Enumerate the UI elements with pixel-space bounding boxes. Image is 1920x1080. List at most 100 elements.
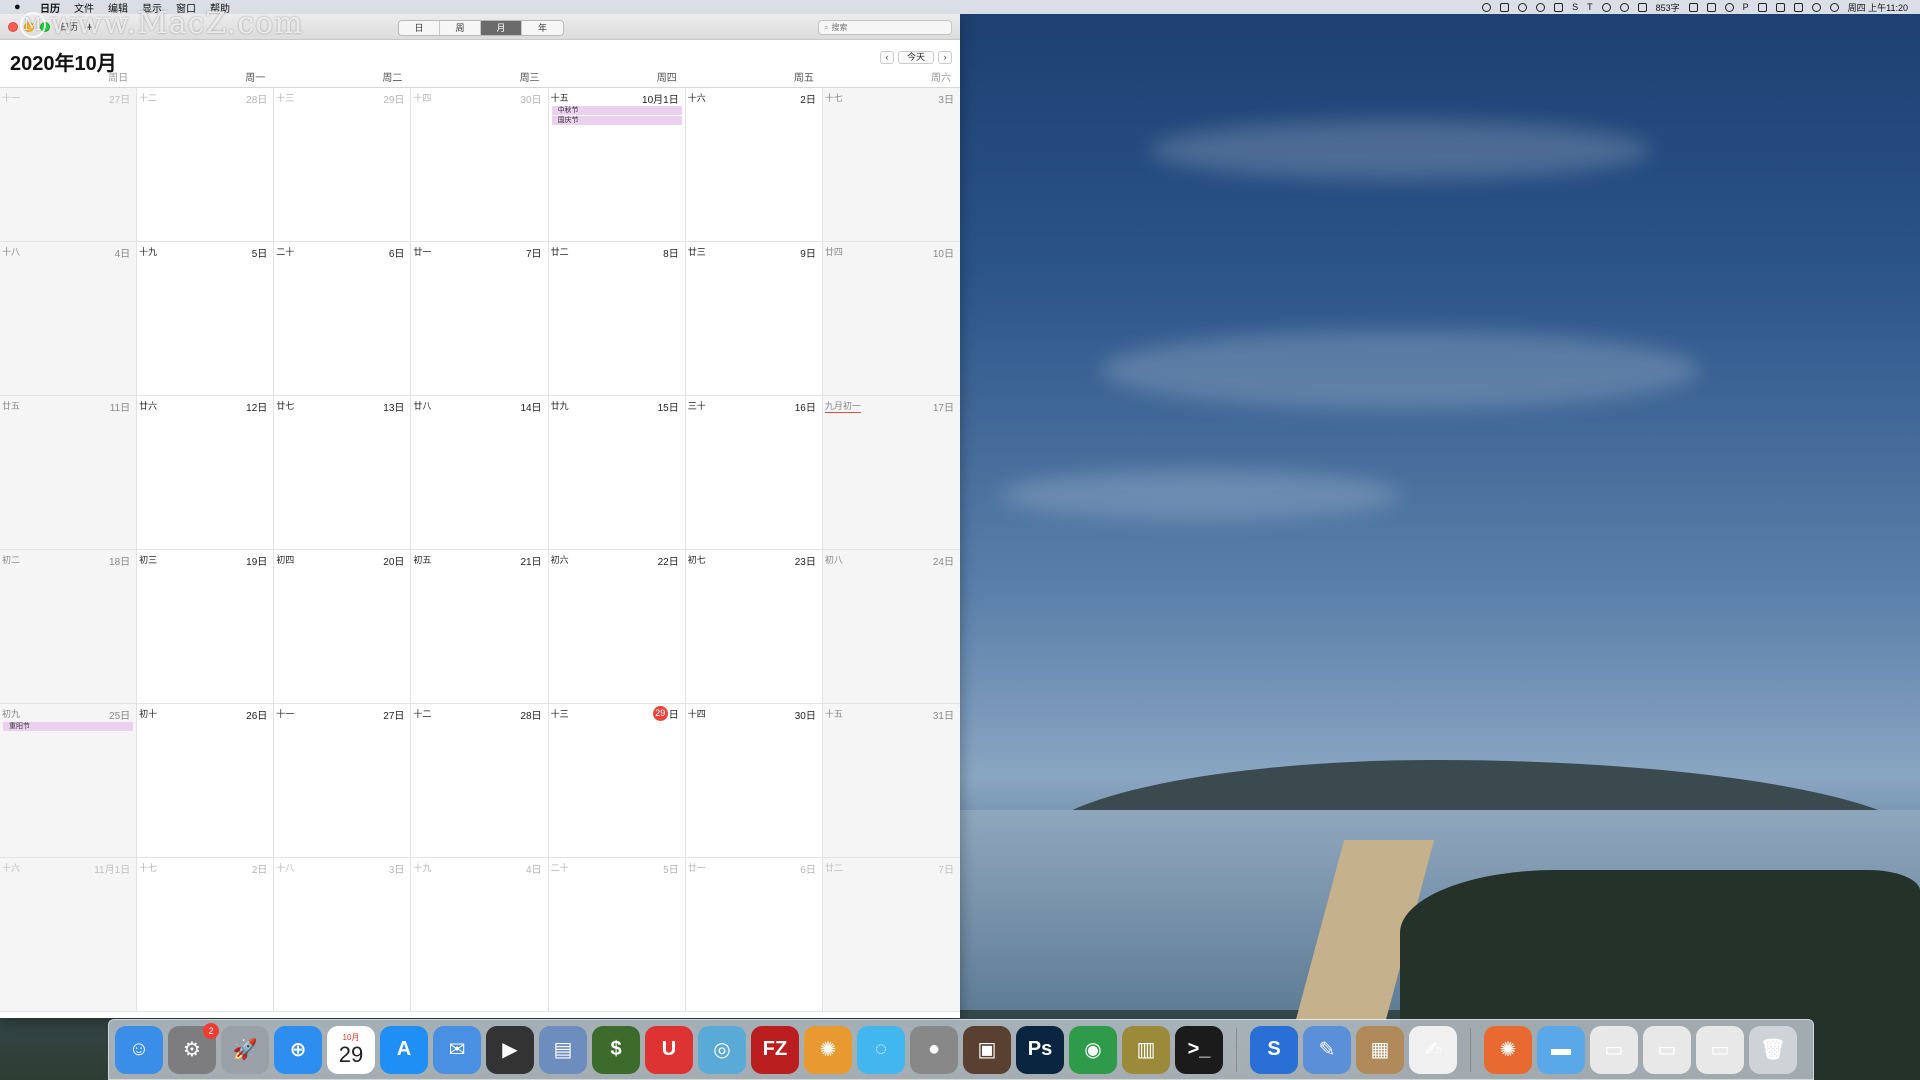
window-icon[interactable] xyxy=(1706,2,1716,12)
day-cell[interactable]: 十三 29日 xyxy=(274,88,412,242)
day-cell[interactable]: 二十 5日 xyxy=(548,858,686,1012)
flag-icon[interactable] xyxy=(1775,2,1785,12)
event-item[interactable]: 中秋节 xyxy=(551,106,682,115)
screen-recorder-icon[interactable]: ● xyxy=(910,1025,958,1074)
xcode-like-icon[interactable]: ✎ xyxy=(1303,1025,1351,1074)
time-machine-icon[interactable] xyxy=(1482,2,1492,12)
day-cell[interactable]: 十四 30日 xyxy=(685,704,823,858)
textedit-icon[interactable]: ✍ xyxy=(1409,1025,1457,1074)
day-cell[interactable]: 初六 22日 xyxy=(548,550,686,704)
day-cell[interactable]: 十七 3日 xyxy=(822,88,960,242)
day-cell[interactable]: 十九 5日 xyxy=(137,242,275,396)
word-count[interactable]: 853字 xyxy=(1656,1,1680,14)
day-cell[interactable]: 廿一 6日 xyxy=(685,858,823,1012)
day-cell[interactable]: 廿二 8日 xyxy=(548,242,686,396)
p-icon[interactable]: P xyxy=(1743,2,1749,12)
preview-icon[interactable]: ▤ xyxy=(539,1025,587,1074)
prev-month-button[interactable]: ‹ xyxy=(879,51,894,64)
launchpad-icon[interactable]: 🚀 xyxy=(221,1025,269,1074)
day-cell[interactable]: 初八 24日 xyxy=(822,550,960,704)
grid-icon[interactable] xyxy=(1500,2,1510,12)
day-cell[interactable]: 二十 6日 xyxy=(274,242,412,396)
window-thumb-3-icon[interactable]: ▭ xyxy=(1696,1025,1744,1074)
day-cell[interactable]: 廿一 7日 xyxy=(411,242,549,396)
chrome-icon[interactable]: ◉ xyxy=(1069,1025,1117,1074)
wifi-icon[interactable] xyxy=(1829,2,1839,12)
safari-icon[interactable]: ⊕ xyxy=(274,1025,322,1074)
search-field[interactable]: ⌕ xyxy=(818,20,952,35)
day-cell[interactable]: 三十 16日 xyxy=(685,396,823,550)
search-tray-icon[interactable] xyxy=(1536,2,1546,12)
mail-app-icon[interactable]: ✉ xyxy=(433,1025,481,1074)
system-preferences-icon[interactable]: ⚙ 2 xyxy=(168,1022,219,1074)
day-cell[interactable]: 十三 29日 xyxy=(548,704,686,858)
display-icon[interactable] xyxy=(1554,2,1564,12)
bluetooth-icon[interactable] xyxy=(1811,2,1821,12)
money-app-icon[interactable]: $ xyxy=(592,1025,640,1074)
color-wheel-2-icon[interactable]: ✺ xyxy=(1484,1025,1532,1074)
day-cell[interactable]: 十八 3日 xyxy=(274,858,412,1012)
day-cell[interactable]: 廿五 11日 xyxy=(0,396,138,550)
trash-icon[interactable]: 🗑 xyxy=(1749,1025,1797,1074)
day-cell[interactable]: 廿九 15日 xyxy=(548,396,686,550)
search-input[interactable] xyxy=(831,23,942,32)
vpn-icon[interactable] xyxy=(1619,2,1629,12)
day-cell[interactable]: 初五 21日 xyxy=(411,550,549,704)
next-month-button[interactable]: › xyxy=(938,51,952,64)
close-button[interactable] xyxy=(8,21,18,32)
day-cell[interactable]: 初三 19日 xyxy=(137,550,275,704)
day-cell[interactable]: 十二 28日 xyxy=(137,88,275,242)
day-cell[interactable]: 十六 11月1日 xyxy=(0,858,138,1012)
terminal-icon[interactable]: >_ xyxy=(1175,1025,1223,1074)
day-cell[interactable]: 廿八 14日 xyxy=(411,396,549,550)
today-button[interactable]: 今天 xyxy=(897,51,934,64)
day-cell[interactable]: 廿四 10日 xyxy=(822,242,960,396)
vpn-app-icon[interactable]: ◎ xyxy=(698,1025,746,1074)
day-cell[interactable]: 十六 2日 xyxy=(685,88,823,242)
day-cell[interactable]: 廿六 12日 xyxy=(137,396,275,550)
pen-icon[interactable] xyxy=(1793,2,1803,12)
day-cell[interactable]: 廿七 13日 xyxy=(274,396,412,550)
event-item[interactable]: 重阳节 xyxy=(3,722,134,731)
magnifier-icon[interactable] xyxy=(1601,2,1611,12)
app-store-icon[interactable]: A xyxy=(380,1025,428,1074)
view-day[interactable]: 日 xyxy=(399,21,440,35)
day-cell[interactable]: 十七 2日 xyxy=(137,858,275,1012)
day-cell[interactable]: 十一 27日 xyxy=(0,88,138,242)
text-icon[interactable]: T xyxy=(1587,2,1593,12)
photoshop-icon[interactable]: Ps xyxy=(1016,1025,1064,1074)
messages-app-icon[interactable]: ◌ xyxy=(857,1025,905,1074)
s-icon[interactable]: S xyxy=(1572,2,1578,12)
day-cell[interactable]: 初二 18日 xyxy=(0,550,138,704)
color-wheel-icon[interactable]: ✺ xyxy=(804,1025,852,1074)
day-cell[interactable]: 廿二 7日 xyxy=(822,858,960,1012)
photo-booth-icon[interactable]: ▣ xyxy=(963,1025,1011,1074)
view-month[interactable]: 月 xyxy=(481,21,522,35)
day-cell[interactable]: 十五 10月1日 中秋节 国庆节 xyxy=(548,88,686,242)
day-cell[interactable]: 十一 27日 xyxy=(274,704,412,858)
magnet-icon[interactable]: U xyxy=(645,1025,693,1074)
window-thumb-2-icon[interactable]: ▭ xyxy=(1643,1025,1691,1074)
day-cell[interactable]: 十二 28日 xyxy=(411,704,549,858)
finder-icon[interactable]: ☺ xyxy=(115,1025,163,1074)
s-app-icon[interactable]: S xyxy=(1250,1025,1298,1074)
day-cell[interactable]: 十九 4日 xyxy=(411,858,549,1012)
view-year[interactable]: 年 xyxy=(522,21,563,35)
day-cell[interactable]: 十五 31日 xyxy=(822,704,960,858)
event-item[interactable]: 国庆节 xyxy=(551,116,682,125)
clock[interactable]: 周四 上午11:20 xyxy=(1848,1,1908,14)
final-cut-icon[interactable]: ▶ xyxy=(486,1025,534,1074)
day-cell[interactable]: 九月初一 17日 xyxy=(822,396,960,550)
calendar-icon[interactable]: 10月 29 xyxy=(327,1025,375,1074)
circle-icon[interactable] xyxy=(1724,2,1734,12)
day-cell[interactable]: 十四 30日 xyxy=(411,88,549,242)
view-week[interactable]: 周 xyxy=(440,21,481,35)
clipboard-icon[interactable] xyxy=(1637,2,1647,12)
day-cell[interactable]: 初十 26日 xyxy=(137,704,275,858)
notebook-icon[interactable]: ▥ xyxy=(1122,1025,1170,1074)
square-icon[interactable] xyxy=(1757,2,1767,12)
day-cell[interactable]: 初四 20日 xyxy=(274,550,412,704)
folder-icon[interactable]: ▬ xyxy=(1537,1025,1585,1074)
archive-utility-icon[interactable]: ▦ xyxy=(1356,1025,1404,1074)
battery-box-icon[interactable] xyxy=(1688,2,1698,12)
